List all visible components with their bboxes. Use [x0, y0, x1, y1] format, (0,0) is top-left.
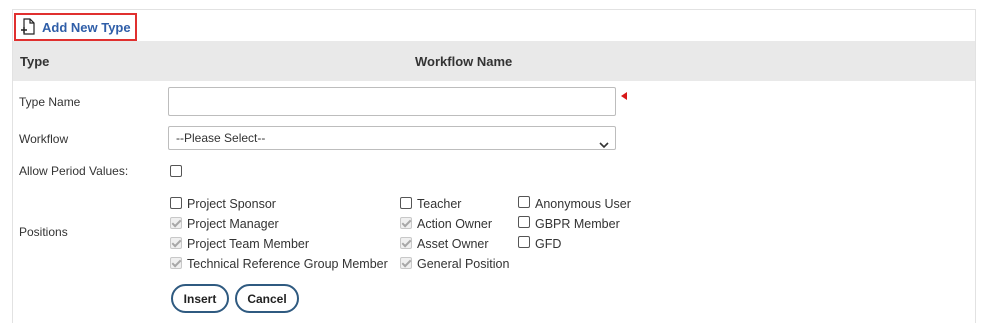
column-header-type: Type [20, 54, 50, 69]
required-indicator [621, 92, 627, 100]
position-label-gfd: GFD [535, 237, 562, 251]
add-type-panel: Add New Type Type Workflow Name Type Nam… [12, 9, 976, 323]
position-checkbox-anonymous-user[interactable] [518, 196, 530, 208]
table-header: Type Workflow Name [13, 41, 975, 81]
cancel-button[interactable]: Cancel [235, 284, 299, 313]
position-checkbox-project-team-member[interactable] [170, 237, 182, 249]
position-checkbox-project-sponsor[interactable] [170, 197, 182, 209]
positions-label: Positions [19, 225, 68, 239]
position-checkbox-gbpr-member[interactable] [518, 216, 530, 228]
position-checkbox-asset-owner[interactable] [400, 237, 412, 249]
position-label-general-position: General Position [417, 257, 510, 271]
position-label-project-manager: Project Manager [187, 217, 279, 231]
allow-period-values-label: Allow Period Values: [19, 164, 129, 178]
type-name-input[interactable] [168, 87, 616, 116]
position-checkbox-project-manager[interactable] [170, 217, 182, 229]
chevron-down-icon [599, 134, 609, 156]
workflow-select[interactable]: --Please Select-- [168, 126, 616, 150]
type-name-label: Type Name [19, 95, 81, 109]
column-header-workflow-name: Workflow Name [415, 54, 513, 69]
position-label-project-sponsor: Project Sponsor [187, 197, 276, 211]
add-new-type-label: Add New Type [42, 19, 131, 35]
workflow-label: Workflow [19, 132, 69, 146]
insert-button[interactable]: Insert [171, 284, 229, 313]
position-checkbox-general-position[interactable] [400, 257, 412, 269]
position-label-technical-reference-group-member: Technical Reference Group Member [187, 257, 388, 271]
position-label-asset-owner: Asset Owner [417, 237, 489, 251]
position-checkbox-technical-reference-group-member[interactable] [170, 257, 182, 269]
position-label-gbpr-member: GBPR Member [535, 217, 620, 231]
workflow-selected-value: --Please Select-- [176, 131, 266, 145]
position-checkbox-teacher[interactable] [400, 197, 412, 209]
position-checkbox-gfd[interactable] [518, 236, 530, 248]
add-document-icon [20, 18, 36, 36]
allow-period-values-checkbox[interactable] [170, 165, 182, 177]
position-label-anonymous-user: Anonymous User [535, 197, 631, 211]
position-label-teacher: Teacher [417, 197, 462, 211]
position-label-project-team-member: Project Team Member [187, 237, 310, 251]
add-new-type-link[interactable]: Add New Type [14, 13, 137, 41]
position-label-action-owner: Action Owner [417, 217, 493, 231]
position-checkbox-action-owner[interactable] [400, 217, 412, 229]
